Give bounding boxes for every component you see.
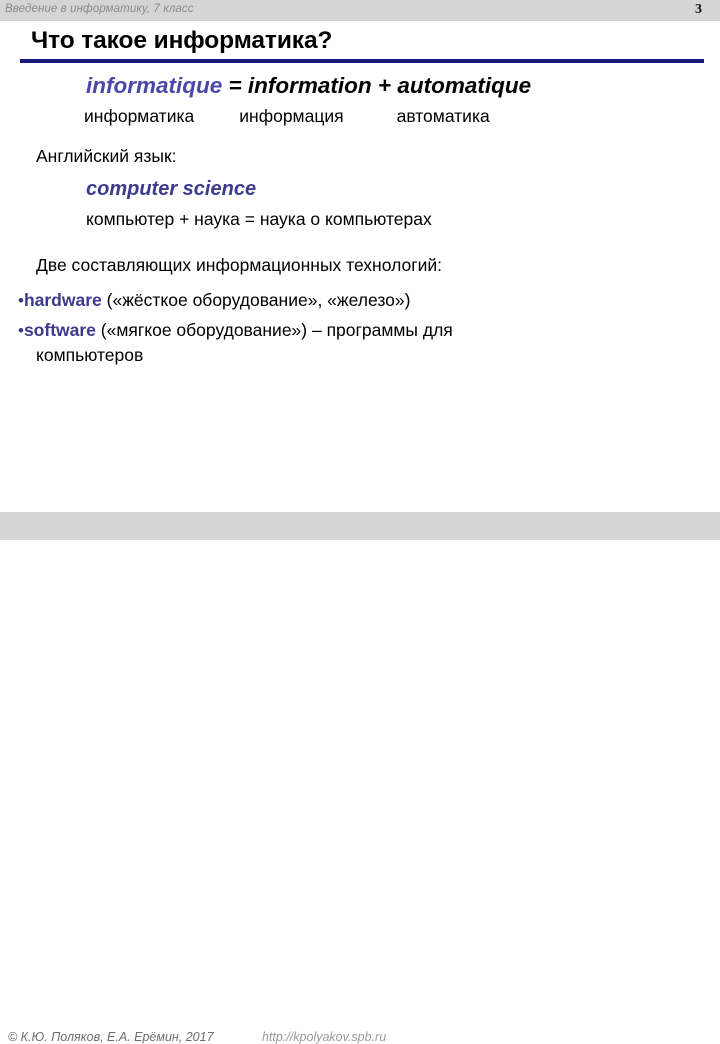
translation-row: информатика информация автоматика (84, 106, 490, 127)
software-description-continuation: компьютеров (36, 345, 144, 365)
components-intro: Две составляющих информационных технолог… (36, 255, 443, 275)
formula-equals: = (222, 73, 248, 98)
term-informatique: informatique (86, 73, 223, 98)
slide-number: 3 (695, 2, 702, 17)
course-title: Введение в информатику, 7 класс (5, 3, 194, 15)
english-language-label: Английский язык: (36, 146, 177, 166)
computer-science-expansion: компьютер + наука = наука о компьютерах (86, 209, 432, 229)
translation-avtomatika: автоматика (396, 106, 490, 126)
term-hardware: hardware (23, 290, 102, 310)
etymology-formula: informatique = information + automatique (86, 73, 531, 99)
term-computer-science: computer science (86, 178, 257, 200)
author-website-url[interactable]: http://kpolyakov.spb.ru (262, 1030, 386, 1044)
term-software: software (23, 320, 96, 340)
page-title: Что такое информатика? (31, 27, 333, 54)
slide-header-bar: Введение в информатику, 7 класс 3 (0, 0, 720, 21)
translation-informatsiya: информация (239, 106, 344, 126)
presentation-slide: Введение в информатику, 7 класс 3 Что та… (0, 0, 720, 1044)
title-divider-rule (20, 59, 704, 63)
software-description: («мягкое оборудование») – программы для (95, 320, 453, 340)
term-automatique: automatique (397, 73, 532, 98)
formula-plus: + (371, 73, 398, 98)
copyright-text: © К.Ю. Поляков, Е.А. Ерёмин, 2017 (8, 1030, 214, 1044)
list-item: •hardware («жёсткое оборудование», «желе… (18, 290, 410, 311)
term-information: information (247, 73, 372, 98)
hardware-description: («жёсткое оборудование», «железо») (101, 290, 411, 310)
list-item: •software («мягкое оборудование») – прог… (18, 320, 678, 341)
slide-footer-bar: © К.Ю. Поляков, Е.А. Ерёмин, 2017 http:/… (0, 512, 720, 1044)
translation-informatika: информатика (84, 106, 195, 126)
